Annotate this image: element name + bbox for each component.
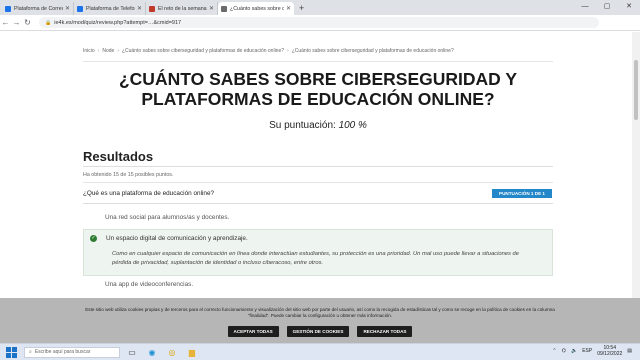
score-badge: PUNTUACIÓN 1 DE 1	[492, 189, 552, 198]
breadcrumb-separator: ›	[117, 48, 119, 54]
tab-favicon-icon	[5, 5, 11, 12]
chrome-browser-icon[interactable]: ◎	[164, 345, 180, 359]
scrollbar-thumb[interactable]	[634, 60, 638, 120]
answer-feedback: Como en cualquier espacio de comunicació…	[112, 251, 520, 266]
taskbar-search-placeholder: Escribe aquí para buscar	[34, 349, 91, 355]
tab-favicon-icon	[149, 5, 155, 12]
notifications-icon[interactable]: ▤	[627, 348, 632, 354]
clock-date: 09/12/2022	[597, 351, 623, 357]
close-tab-icon[interactable]: ✕	[286, 5, 291, 12]
breadcrumb-quiz[interactable]: ¿Cuánto sabes sobre ciberseguridad y pla…	[122, 48, 284, 54]
close-tab-icon[interactable]: ✕	[65, 5, 70, 12]
breadcrumb-separator: ›	[97, 48, 100, 54]
breadcrumb-home[interactable]: Inicio	[83, 48, 95, 54]
results-heading: Resultados	[83, 149, 154, 164]
divider	[83, 182, 553, 183]
tab-favicon-icon	[221, 5, 227, 12]
tab-label: ¿Cuánto sabes sobre ciberseguri	[230, 5, 284, 12]
back-arrow-icon[interactable]: ←	[0, 18, 11, 27]
score-line: Su puntuación: 100 %	[80, 120, 556, 131]
tab-label: Plataforma de Correo Electrónic	[14, 5, 63, 12]
browser-tab[interactable]: Plataforma de Correo Electrónic✕	[2, 2, 74, 15]
clock[interactable]: 10:54 09/12/2022	[597, 345, 622, 357]
points-obtained-text: Ha obtenido 15 de 15 posibles puntos.	[83, 172, 174, 178]
up-arrow-icon[interactable]: ⌃	[552, 348, 556, 354]
answer-option: Una red social para alumnos/as y docente…	[83, 206, 553, 229]
answer-text: Una red social para alumnos/as y docente…	[105, 214, 230, 221]
edge-browser-icon[interactable]: ◉	[144, 345, 160, 359]
score-label: Su puntuación:	[269, 120, 336, 131]
checkmark-icon: ✓	[90, 235, 97, 242]
close-window-button[interactable]: ✕	[618, 0, 640, 14]
tab-label: Plataforma de Teleformación Gu	[86, 5, 135, 12]
task-view-icon[interactable]: ▭	[124, 345, 140, 359]
volume-icon[interactable]: 🔈	[571, 348, 577, 354]
divider	[83, 203, 553, 204]
window-controls: — ▢ ✕	[574, 0, 640, 14]
accept-all-cookies-button[interactable]: ACEPTAR TODAS	[227, 326, 279, 337]
divider	[83, 166, 553, 167]
reject-all-cookies-button[interactable]: RECHAZAR TODAS	[357, 326, 413, 337]
browser-tab[interactable]: Plataforma de Teleformación Gu✕	[74, 2, 146, 15]
answer-text: Un espacio digital de comunicación y apr…	[106, 235, 248, 242]
tab-label: El reto de la semana | Reto | Mé	[158, 5, 207, 12]
question-text: ¿Qué es una plataforma de educación onli…	[83, 190, 215, 197]
cookie-banner: Este sitio web utiliza cookies propias y…	[0, 298, 640, 343]
minimize-button[interactable]: —	[574, 0, 596, 14]
answer-option-correct: ✓ Un espacio digital de comunicación y a…	[83, 229, 553, 276]
file-explorer-icon[interactable]: ▆	[184, 345, 200, 359]
taskbar: ⌕ Escribe aquí para buscar ▭ ◉ ◎ ▆ ⌃ ⌬ 🔈 …	[0, 343, 640, 360]
search-icon: ⌕	[29, 349, 32, 355]
breadcrumb-node[interactable]: Node	[102, 48, 114, 54]
url-field[interactable]: 🔒 ie4k.es/mod/quiz/review.php?attempt=…&c…	[39, 17, 599, 28]
breadcrumb-separator: ›	[287, 48, 289, 54]
address-bar-row: ← → ↻ 🔒 ie4k.es/mod/quiz/review.php?attem…	[0, 15, 640, 31]
taskbar-search-input[interactable]: ⌕ Escribe aquí para buscar	[24, 346, 120, 358]
new-tab-button[interactable]: +	[294, 2, 309, 15]
answer-option: Una app de videoconferencias.	[83, 276, 553, 292]
maximize-button[interactable]: ▢	[596, 0, 618, 14]
manage-cookies-button[interactable]: GESTIÓN DE COOKIES	[286, 326, 350, 337]
browser-tab[interactable]: El reto de la semana | Reto | Mé✕	[146, 2, 218, 15]
close-tab-icon[interactable]: ✕	[137, 5, 142, 12]
divider	[83, 61, 553, 62]
browser-tab-active[interactable]: ¿Cuánto sabes sobre ciberseguri✕	[218, 2, 294, 15]
tab-favicon-icon	[77, 5, 83, 12]
breadcrumb-current: ¿Cuánto sabes sobre ciberseguridad y pla…	[291, 48, 454, 54]
network-icon[interactable]: ⌬	[562, 348, 566, 354]
browser-tab-bar: Plataforma de Correo Electrónic✕ Platafo…	[0, 0, 640, 15]
reload-icon[interactable]: ↻	[22, 18, 33, 27]
forward-arrow-icon[interactable]: →	[11, 18, 22, 27]
page-title: ¿CUÁNTO SABES SOBRE CIBERSEGURIDAD Y PLA…	[118, 69, 517, 109]
score-value: 100 %	[338, 120, 367, 131]
system-tray: ⌃ ⌬ 🔈 ESP 10:54 09/12/2022 ▤	[552, 345, 632, 357]
url-text: ie4k.es/mod/quiz/review.php?attempt=…&cm…	[54, 19, 182, 26]
lock-icon: 🔒	[45, 19, 52, 26]
answer-text: Una app de videoconferencias.	[105, 280, 194, 288]
close-tab-icon[interactable]: ✕	[209, 5, 214, 12]
language-indicator[interactable]: ESP	[582, 348, 592, 354]
breadcrumb: Inicio › Node › ¿Cuánto sabes sobre ciberseg…	[83, 48, 454, 54]
scrollbar[interactable]	[632, 32, 640, 298]
windows-start-icon[interactable]	[4, 345, 18, 359]
cookie-text: Este sitio web utiliza cookies propias y…	[85, 307, 555, 318]
